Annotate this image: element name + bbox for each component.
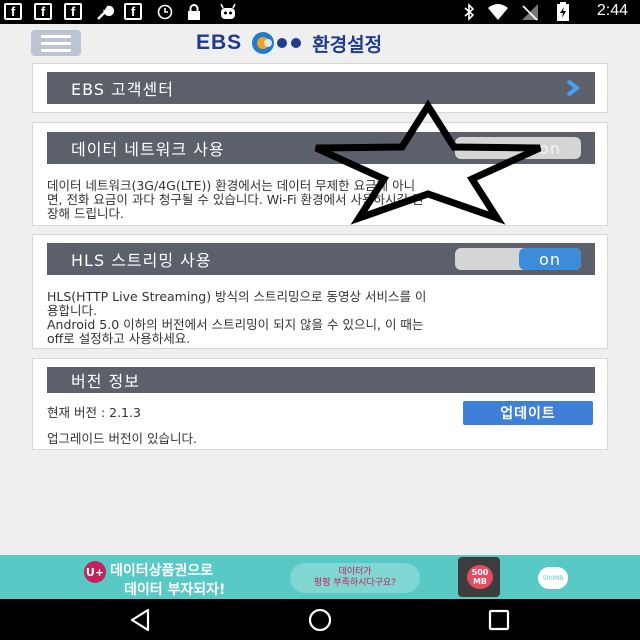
lock-icon [186,3,202,20]
hls-streaming-toggle[interactable]: on [455,248,581,270]
hls-streaming-description: HLS(HTTP Live Streaming) 방식의 스트리밍으로 동영상 … [47,289,427,346]
menu-button[interactable] [31,30,81,56]
ad-circle-badge: 500MB [538,567,568,589]
ad-banner[interactable]: U+ 데이터상품권으로 데이터 부자되자! 데이터가 펑펑 부족하시다구요? 5… [0,555,640,599]
star-icon [314,100,542,225]
alarm-icon [156,3,174,20]
uplus-logo-icon: U+ [84,561,106,583]
hls-streaming-panel: HLS 스트리밍 사용 on HLS(HTTP Live Streaming) … [32,234,608,349]
customer-center-label: EBS 고객센터 [71,80,174,99]
battery-icon [556,1,570,21]
navigation-bar [0,599,640,640]
update-button[interactable]: 업데이트 [463,401,593,425]
toggle-thumb: on [519,248,581,270]
ad-speech-bubble: 데이터가 펑펑 부족하시다구요? [290,563,420,593]
wrench-icon [96,3,114,20]
hls-streaming-label: HLS 스트리밍 사용 [71,251,212,270]
recents-icon[interactable] [484,607,514,633]
menu-icon-line [41,34,71,38]
hls-streaming-bar: HLS 스트리밍 사용 on [47,243,595,275]
chevron-right-icon [565,78,581,102]
wifi-icon [487,3,509,20]
facebook-icon: f [4,3,22,20]
back-icon[interactable] [126,607,156,633]
bluetooth-icon [462,2,476,21]
status-time: 2:44 [596,2,628,19]
status-bar: f f f f 2:44 [0,0,640,24]
version-info-panel: 버전 정보 현재 버전 : 2.1.3 업데이트 업그레이드 버전이 있습니다. [32,358,608,450]
version-info-label: 버전 정보 [71,372,140,391]
robot-icon [218,3,238,20]
ad-mb-badge: 500 MB [467,565,493,589]
ad-subheadline: 데이터 부자되자! [124,582,226,598]
logo-text: EBS [196,31,243,54]
ebs-logo-icon [250,30,308,56]
version-info-bar: 버전 정보 [47,367,595,393]
home-icon[interactable] [305,607,335,633]
facebook-icon: f [64,3,82,20]
menu-icon-line [41,48,71,52]
app-logo: EBS 환경설정 [196,28,382,58]
app-header: EBS 환경설정 [0,24,640,62]
page-title: 환경설정 [312,33,383,56]
facebook-icon: f [124,3,142,20]
facebook-icon: f [34,3,52,20]
ad-headline: 데이터상품권으로 [110,563,214,579]
upgrade-notice: 업그레이드 버전이 있습니다. [47,431,197,446]
menu-icon-line [41,41,71,45]
signal-icon [520,3,540,21]
data-network-label: 데이터 네트워크 사용 [71,140,225,159]
current-version: 현재 버전 : 2.1.3 [47,405,141,420]
